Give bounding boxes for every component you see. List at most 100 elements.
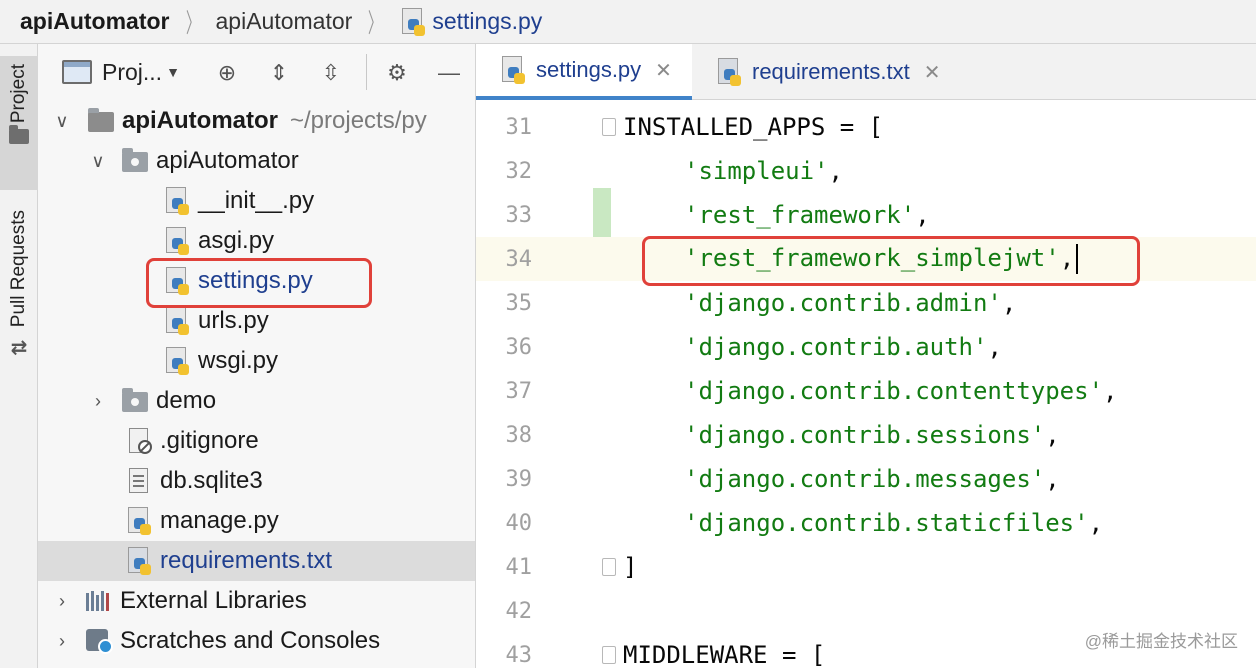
breadcrumb-file[interactable]: settings.py [432, 8, 542, 35]
expand-all-icon[interactable]: ⇕ [264, 58, 294, 88]
code-line[interactable]: 41 ] [476, 545, 1256, 589]
tree-item-demo[interactable]: › demo [38, 381, 475, 421]
library-icon [84, 586, 114, 616]
chevron-right-icon[interactable]: › [52, 591, 72, 612]
tree-item-db[interactable]: db.sqlite3 [38, 461, 475, 501]
python-file-icon [124, 506, 154, 536]
editor-tab-bar: settings.py ✕ requirements.txt ✕ [476, 44, 1256, 100]
tree-item-label: demo [156, 387, 217, 414]
code-punct: , [1103, 377, 1118, 405]
tab-settings[interactable]: settings.py ✕ [476, 44, 692, 100]
highlight-box-settings [146, 258, 372, 308]
tree-item-label: __init__.py [198, 187, 315, 214]
tree-item-label: requirements.txt [160, 547, 333, 574]
tree-item-manage[interactable]: manage.py [38, 501, 475, 541]
tree-root-path: ~/projects/py [290, 107, 427, 134]
code-punct: , [828, 157, 843, 185]
hide-panel-icon[interactable]: — [434, 58, 464, 88]
chevron-down-icon[interactable]: ∨ [88, 151, 108, 172]
chevron-right-icon: 〉 [185, 8, 200, 38]
code-text: ] [623, 553, 638, 581]
package-folder-icon [120, 386, 150, 416]
line-number: 40 [505, 510, 533, 536]
code-line[interactable]: 36 'django.contrib.auth', [476, 325, 1256, 369]
code-line[interactable]: 33 'rest_framework', [476, 193, 1256, 237]
tree-item-label: wsgi.py [198, 347, 279, 374]
text-file-icon [124, 466, 154, 496]
tab-label: requirements.txt [752, 59, 910, 84]
tree-item-label: Scratches and Consoles [120, 627, 381, 654]
locate-icon[interactable]: ⊕ [212, 58, 242, 88]
line-number: 36 [505, 334, 533, 360]
fold-icon[interactable] [602, 558, 616, 576]
line-number: 37 [505, 378, 533, 404]
code-line[interactable]: 31 INSTALLED_APPS = [ [476, 105, 1256, 149]
python-file-icon [162, 186, 192, 216]
code-line[interactable]: 37 'django.contrib.contenttypes', [476, 369, 1256, 413]
python-file-icon [162, 346, 192, 376]
project-view-icon [62, 60, 92, 84]
project-tool-tab[interactable]: Project [0, 56, 38, 190]
navigation-breadcrumb: apiAutomator 〉 apiAutomator 〉 settings.p… [0, 0, 1256, 44]
line-number: 43 [505, 642, 533, 668]
tree-item-package[interactable]: ∨ apiAutomator [38, 141, 475, 181]
requirements-file-icon [124, 546, 154, 576]
pull-request-icon: ⇄ [10, 337, 28, 360]
code-line[interactable]: 40 'django.contrib.staticfiles', [476, 501, 1256, 545]
code-text: MIDDLEWARE = [ [623, 641, 826, 668]
collapse-all-icon[interactable]: ⇳ [316, 58, 346, 88]
code-punct: , [987, 333, 1002, 361]
line-number: 33 [505, 202, 533, 228]
tree-item-scratches[interactable]: › Scratches and Consoles [38, 621, 475, 661]
fold-icon[interactable] [602, 118, 616, 136]
tree-item-wsgi[interactable]: wsgi.py [38, 341, 475, 381]
code-punct: , [1088, 509, 1104, 537]
python-file-icon [498, 55, 528, 85]
tree-item-requirements[interactable]: requirements.txt [38, 541, 475, 581]
code-punct: , [1045, 465, 1060, 493]
tab-requirements[interactable]: requirements.txt ✕ [692, 44, 952, 100]
tree-item-label: .gitignore [160, 427, 259, 454]
tree-root[interactable]: ∨ apiAutomator ~/projects/py [38, 101, 475, 141]
tab-label: settings.py [536, 57, 642, 82]
python-file-icon [398, 7, 428, 37]
code-string: 'rest_framework' [684, 201, 916, 229]
gear-icon[interactable]: ⚙ [382, 58, 412, 88]
chevron-right-icon[interactable]: › [88, 391, 108, 412]
project-view-selector[interactable]: Proj... [102, 59, 162, 86]
close-icon[interactable]: ✕ [655, 58, 672, 83]
fold-icon[interactable] [602, 646, 616, 664]
breadcrumb-project[interactable]: apiAutomator [20, 8, 170, 35]
chevron-right-icon[interactable]: › [52, 631, 72, 652]
code-string: 'django.contrib.sessions' [684, 421, 1046, 449]
tree-item-init[interactable]: __init__.py [38, 181, 475, 221]
watermark-text: @稀土掘金技术社区 [1084, 632, 1238, 651]
code-punct: , [915, 201, 930, 229]
chevron-down-icon[interactable]: ∨ [52, 111, 72, 132]
close-icon[interactable]: ✕ [924, 60, 941, 85]
code-line[interactable]: 38 'django.contrib.sessions', [476, 413, 1256, 457]
code-editor: settings.py ✕ requirements.txt ✕ 31 INST… [476, 44, 1256, 668]
line-number: 35 [505, 290, 533, 316]
folder-icon [9, 125, 29, 145]
package-folder-icon [120, 146, 150, 176]
tree-item-gitignore[interactable]: .gitignore [38, 421, 475, 461]
line-number: 42 [505, 598, 533, 624]
chevron-down-icon[interactable]: ▼ [166, 64, 180, 80]
code-string: 'simpleui' [684, 157, 829, 185]
tree-item-label: urls.py [198, 307, 269, 334]
code-punct: , [1045, 421, 1060, 449]
tree-item-asgi[interactable]: asgi.py [38, 221, 475, 261]
tree-item-external-libraries[interactable]: › External Libraries [38, 581, 475, 621]
code-string: 'django.contrib.auth' [684, 333, 988, 361]
code-line[interactable]: 39 'django.contrib.messages', [476, 457, 1256, 501]
project-panel: Proj... ▼ ⊕ ⇕ ⇳ ⚙ — ∨ apiAutomator ~/pro… [38, 44, 476, 668]
tree-item-label: asgi.py [198, 227, 275, 254]
breadcrumb-folder[interactable]: apiAutomator [216, 8, 353, 35]
code-line[interactable]: 35 'django.contrib.admin', [476, 281, 1256, 325]
pull-requests-tool-tab[interactable]: Pull Requests ⇄ [0, 210, 38, 390]
pull-requests-label: Pull Requests [8, 210, 29, 328]
line-number: 38 [505, 422, 533, 448]
tool-window-strip: Project Pull Requests ⇄ [0, 44, 38, 668]
code-line[interactable]: 32 'simpleui', [476, 149, 1256, 193]
